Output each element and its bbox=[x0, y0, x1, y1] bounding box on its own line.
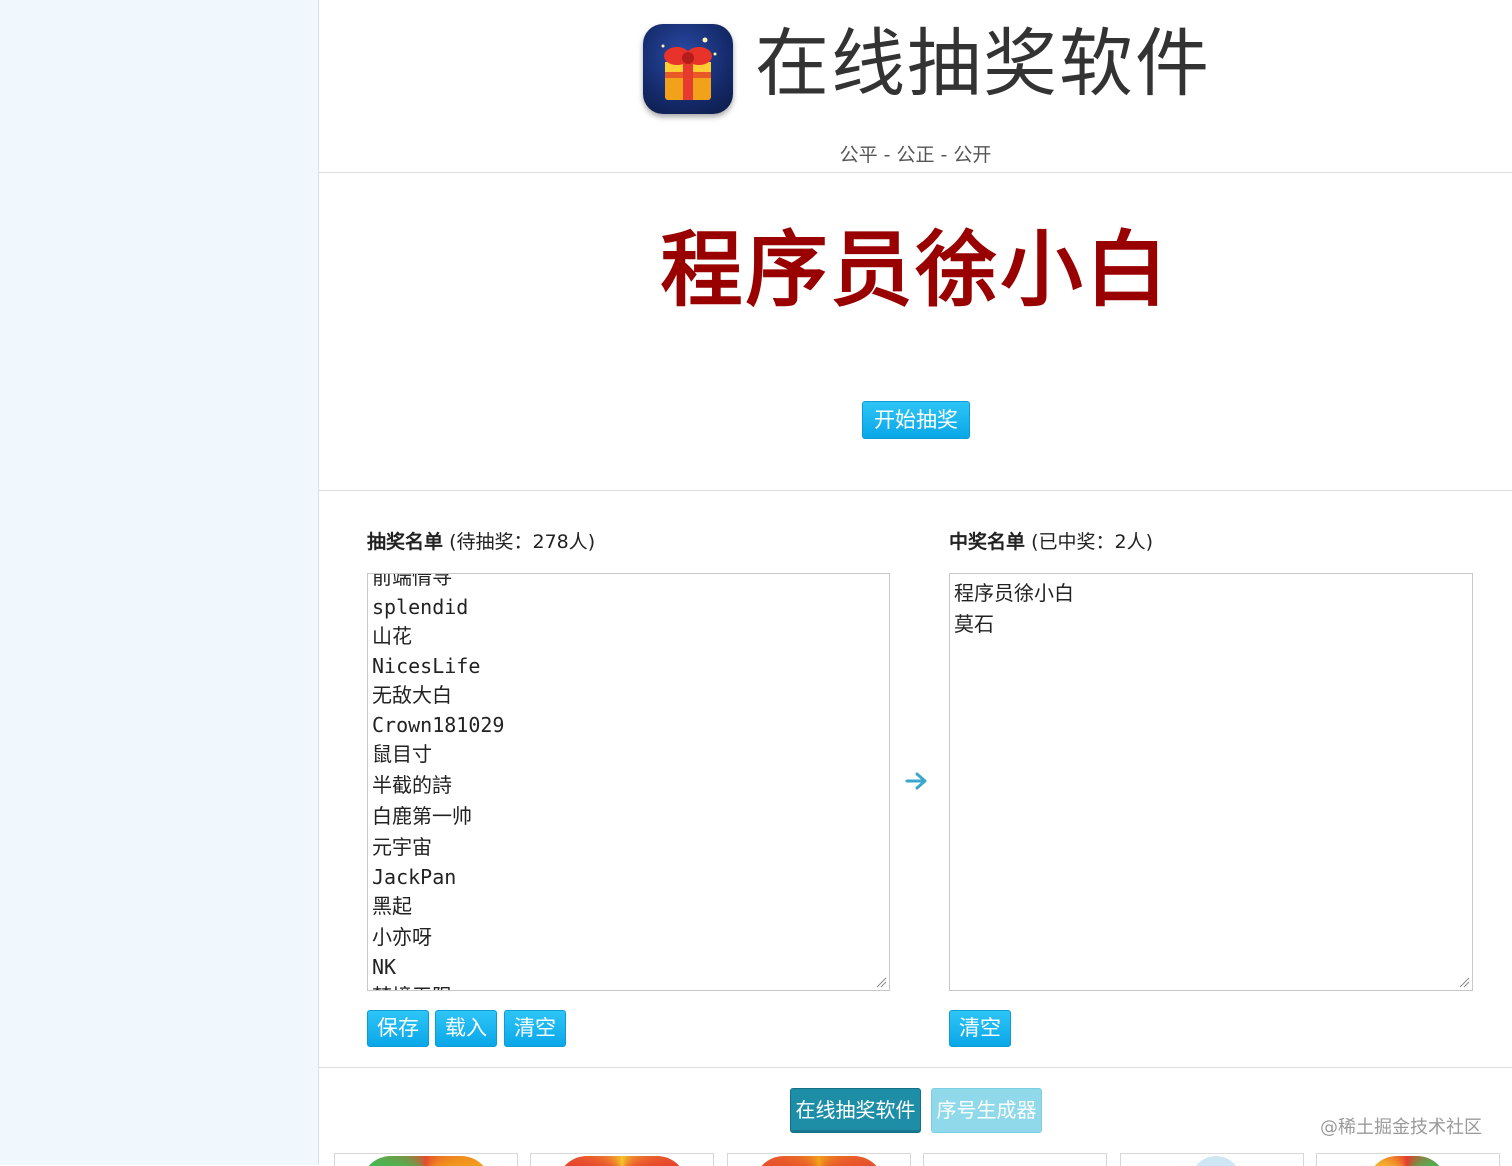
app-thumbnail[interactable] bbox=[923, 1153, 1107, 1166]
list-item: 元宇宙 bbox=[372, 835, 432, 859]
winner-count: (已中奖：2人) bbox=[1031, 531, 1153, 553]
app-slogan: 公平 - 公正 - 公开 bbox=[839, 144, 992, 166]
list-item: 小亦呀 bbox=[372, 925, 432, 949]
list-item: JackPan bbox=[372, 865, 457, 889]
pool-list-title: 抽奖名单 bbox=[367, 531, 444, 553]
winner-textarea[interactable]: 程序员徐小白 莫石 bbox=[949, 573, 1473, 991]
save-button[interactable]: 保存 bbox=[367, 1010, 429, 1047]
current-winner-display: 程序员徐小白 bbox=[660, 223, 1171, 318]
clear-winners-button[interactable]: 清空 bbox=[949, 1010, 1011, 1047]
pool-textarea[interactable]: 前端情寻 splendid 山花 NicesLife 无敌大白 Crown181… bbox=[367, 573, 890, 991]
app-thumbnail[interactable] bbox=[727, 1153, 911, 1166]
list-item: NK bbox=[372, 955, 397, 979]
app-header: 在线抽奖软件 公平 - 公正 - 公开 bbox=[319, 0, 1512, 173]
load-button[interactable]: 载入 bbox=[435, 1010, 497, 1047]
list-item: 半截的詩 bbox=[372, 773, 452, 797]
app-title: 在线抽奖软件 bbox=[755, 21, 1211, 107]
footer-divider bbox=[319, 1067, 1512, 1068]
watermark: @稀土掘金技术社区 bbox=[1320, 1117, 1482, 1138]
resize-grip-icon[interactable] bbox=[1458, 976, 1470, 988]
pool-entries: 前端情寻 splendid 山花 NicesLife 无敌大白 Crown181… bbox=[372, 573, 505, 990]
list-item: Crown181029 bbox=[372, 713, 505, 737]
list-item: 黑起 bbox=[372, 894, 412, 918]
start-draw-button[interactable]: 开始抽奖 bbox=[862, 401, 970, 439]
app-thumbnail[interactable] bbox=[530, 1153, 714, 1166]
draw-stage: 程序员徐小白 开始抽奖 bbox=[319, 173, 1512, 491]
pool-list-label: 抽奖名单 (待抽奖：278人) bbox=[367, 527, 595, 554]
arrow-right-icon bbox=[905, 772, 927, 790]
left-sidebar bbox=[0, 0, 319, 1165]
app-thumbnail[interactable] bbox=[1316, 1153, 1500, 1166]
list-item: 山花 bbox=[372, 624, 412, 648]
list-item: NicesLife bbox=[372, 654, 481, 678]
list-item: 鼠目寸 bbox=[372, 742, 432, 766]
pool-count: (待抽奖：278人) bbox=[449, 531, 596, 553]
list-item: 程序员徐小白 bbox=[954, 581, 1074, 605]
clear-pool-button[interactable]: 清空 bbox=[504, 1010, 566, 1047]
nav-online-lottery[interactable]: 在线抽奖软件 bbox=[790, 1088, 921, 1133]
list-item: splendid bbox=[372, 595, 469, 619]
app-thumbnail[interactable] bbox=[1120, 1153, 1304, 1166]
app-thumbnail[interactable] bbox=[334, 1153, 518, 1166]
winner-entries: 程序员徐小白 莫石 bbox=[954, 578, 1074, 640]
list-item: 莫石 bbox=[954, 612, 994, 636]
list-item: 梦境无限 bbox=[372, 981, 504, 990]
nav-serial-generator[interactable]: 序号生成器 bbox=[931, 1088, 1042, 1133]
list-item: 前端情寻 bbox=[372, 573, 452, 589]
winner-list-title: 中奖名单 bbox=[949, 531, 1026, 553]
list-item: 无敌大白 bbox=[372, 683, 452, 707]
gift-box-icon bbox=[643, 24, 733, 114]
winner-list-label: 中奖名单 (已中奖：2人) bbox=[949, 527, 1153, 554]
resize-grip-icon[interactable] bbox=[875, 976, 887, 988]
list-item: 白鹿第一帅 bbox=[372, 804, 472, 828]
